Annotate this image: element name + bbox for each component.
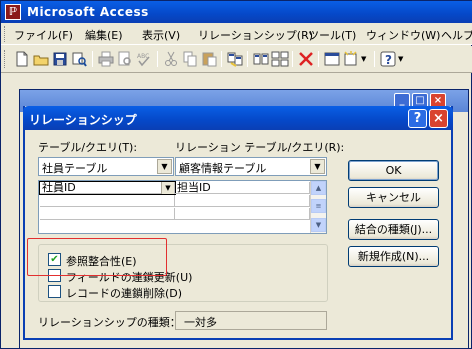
toolbar-separator (292, 51, 293, 67)
related-table-query-select[interactable]: 顧客情報テーブル ▼ (175, 157, 327, 176)
right-field-value: 担当ID (177, 181, 211, 194)
database-window-icon[interactable] (323, 50, 341, 68)
paste-icon[interactable] (200, 50, 218, 68)
menu-tools[interactable]: ツール(T) (308, 27, 356, 43)
edit-relationships-dialog: リレーションシップ ? × テーブル/クエリ(T): リレーション テーブル/ク… (23, 106, 453, 340)
grid-row-empty[interactable] (175, 195, 310, 207)
clear-layout-icon[interactable] (226, 50, 244, 68)
menu-view[interactable]: 表示(V) (142, 27, 180, 43)
menu-relationships[interactable]: リレーションシップ(R) (198, 27, 313, 43)
cut-icon[interactable] (162, 50, 180, 68)
toolbar-separator (221, 51, 222, 67)
ok-button[interactable]: OK (348, 160, 439, 181)
svg-text:?: ? (385, 53, 392, 67)
cascade-delete-label: レコードの連鎖削除(D) (66, 287, 183, 300)
toolbar-separator (92, 51, 93, 67)
copy-icon[interactable] (181, 50, 199, 68)
menu-file[interactable]: ファイル(F) (14, 27, 73, 43)
chevron-down-icon[interactable]: ▼ (157, 159, 172, 174)
grid-row-empty[interactable] (40, 195, 175, 207)
table-query-value: 社員テーブル (42, 162, 108, 175)
join-type-button[interactable]: 結合の種類(J)... (348, 219, 439, 240)
toolbar-separator (374, 51, 375, 67)
dialog-title: リレーションシップ (29, 113, 137, 127)
show-all-relationships-icon[interactable] (271, 50, 289, 68)
highlight-annotation-box (27, 238, 167, 276)
field-mapping-grid: 社員ID ▼ 担当ID ▲ ≡ ▼ (38, 180, 327, 234)
chevron-down-icon[interactable]: ▼ (161, 182, 174, 194)
help-dropdown-icon[interactable]: ▼ (398, 50, 406, 68)
spelling-icon[interactable]: ABC (135, 50, 153, 68)
help-button[interactable]: ? (408, 109, 427, 128)
app-title-bar: ℙ Microsoft Access (1, 1, 472, 23)
toolbar-grip (4, 50, 7, 68)
menu-grip (4, 26, 7, 42)
left-field-cell[interactable]: 社員ID ▼ (39, 181, 176, 195)
grid-scrollbar[interactable]: ▲ ≡ ▼ (310, 181, 326, 233)
print-icon[interactable] (97, 50, 115, 68)
scroll-up-icon[interactable]: ▲ (311, 181, 326, 195)
scroll-thumb[interactable]: ≡ (311, 199, 326, 213)
save-icon[interactable] (51, 50, 69, 68)
menu-window[interactable]: ウィンドウ(W) (366, 27, 440, 43)
toolbar-separator (157, 51, 158, 67)
related-table-query-value: 顧客情報テーブル (179, 162, 267, 175)
related-table-query-label: リレーション テーブル/クエリ(R): (175, 141, 345, 154)
new-object-icon[interactable] (342, 50, 360, 68)
relationship-type-value: 一対多 (175, 311, 327, 330)
grid-row-empty[interactable] (175, 208, 310, 220)
search-file-icon[interactable] (70, 50, 88, 68)
menu-edit[interactable]: 編集(E) (85, 27, 123, 43)
help-icon[interactable]: ? (379, 50, 397, 68)
delete-icon[interactable] (297, 50, 315, 68)
relationship-type-label: リレーションシップの種類： (38, 316, 181, 329)
table-query-label: テーブル/クエリ(T): (38, 141, 138, 154)
create-new-button[interactable]: 新規作成(N)... (348, 246, 439, 267)
table-query-select[interactable]: 社員テーブル ▼ (38, 157, 174, 176)
new-object-dropdown-icon[interactable]: ▼ (361, 50, 369, 68)
dialog-title-bar: リレーションシップ ? × (23, 106, 453, 130)
close-button[interactable]: × (429, 109, 448, 128)
new-icon[interactable] (13, 50, 31, 68)
right-field-cell[interactable]: 担当ID (175, 182, 310, 194)
left-field-value: 社員ID (42, 181, 76, 194)
grid-row-empty[interactable] (40, 208, 175, 220)
cancel-button[interactable]: キャンセル (348, 187, 439, 208)
access-logo-icon: ℙ (5, 4, 21, 20)
toolbar: ABC ▼ ? ▼ (1, 46, 472, 73)
app-title: Microsoft Access (27, 5, 149, 19)
print-preview-icon[interactable] (116, 50, 134, 68)
toolbar-separator (247, 51, 248, 67)
cascade-delete-checkbox[interactable] (48, 285, 61, 298)
show-direct-icon[interactable] (252, 50, 270, 68)
menu-bar: ファイル(F) 編集(E) 表示(V) リレーションシップ(R) ツール(T) … (1, 23, 472, 45)
open-icon[interactable] (32, 50, 50, 68)
chevron-down-icon[interactable]: ▼ (310, 159, 325, 174)
menu-help[interactable]: ヘルプ (441, 27, 472, 43)
toolbar-separator (318, 51, 319, 67)
scroll-down-icon[interactable]: ▼ (311, 218, 326, 232)
